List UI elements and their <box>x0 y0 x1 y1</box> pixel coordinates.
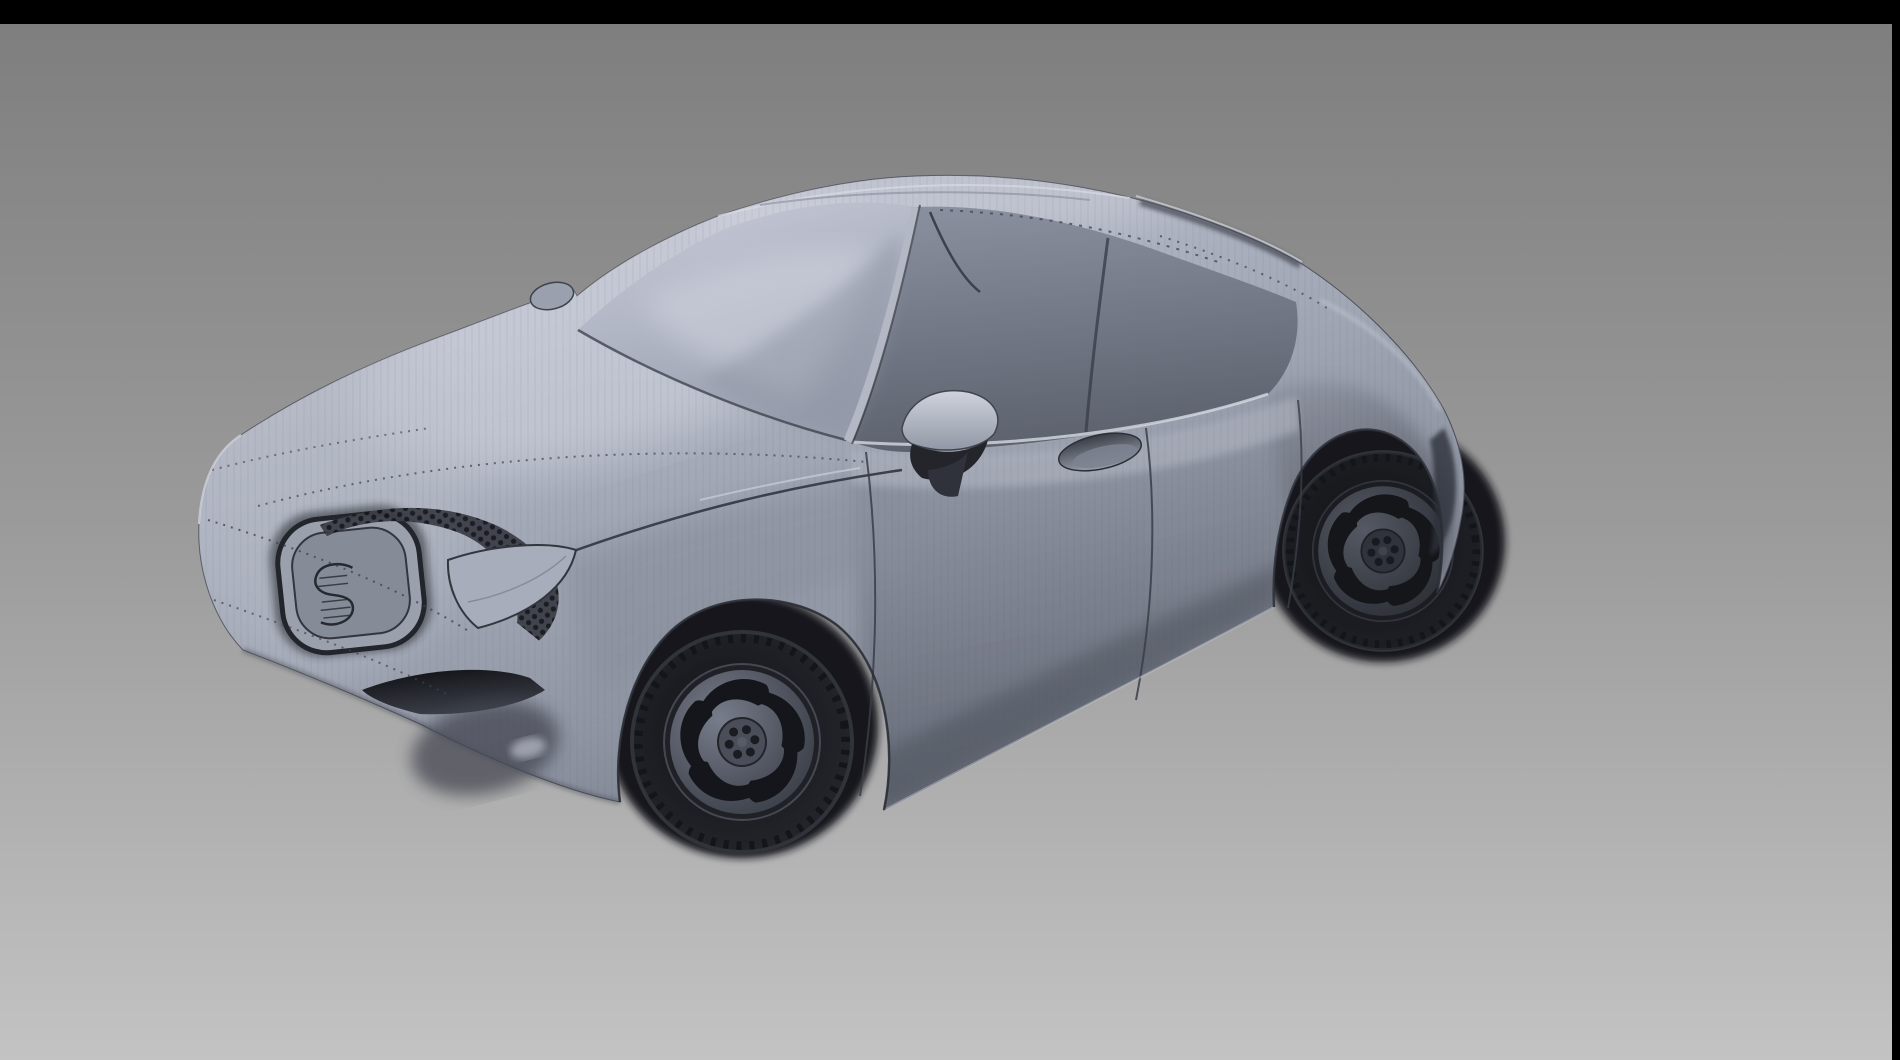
grille-opening <box>289 524 413 641</box>
car-render-canvas <box>0 0 1900 1060</box>
top-black-bar <box>0 0 1900 24</box>
right-black-bar <box>1892 0 1900 1060</box>
render-viewport[interactable] <box>0 0 1900 1060</box>
